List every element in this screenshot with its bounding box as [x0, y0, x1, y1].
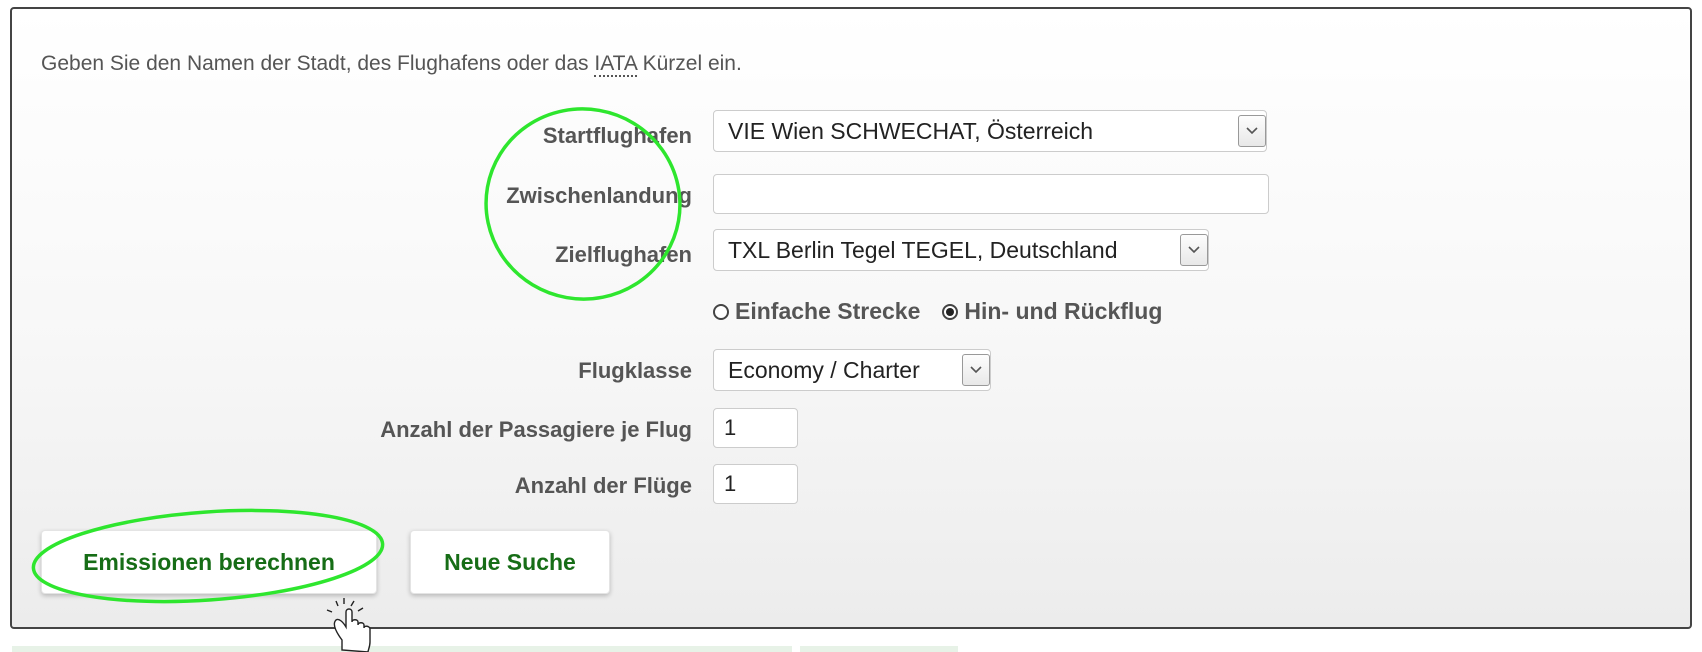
- highlight-ellipse: [484, 107, 682, 301]
- annotation-overlay: [31, 107, 682, 652]
- hand-cursor-icon: [326, 598, 371, 652]
- highlight-ellipse: [31, 508, 385, 604]
